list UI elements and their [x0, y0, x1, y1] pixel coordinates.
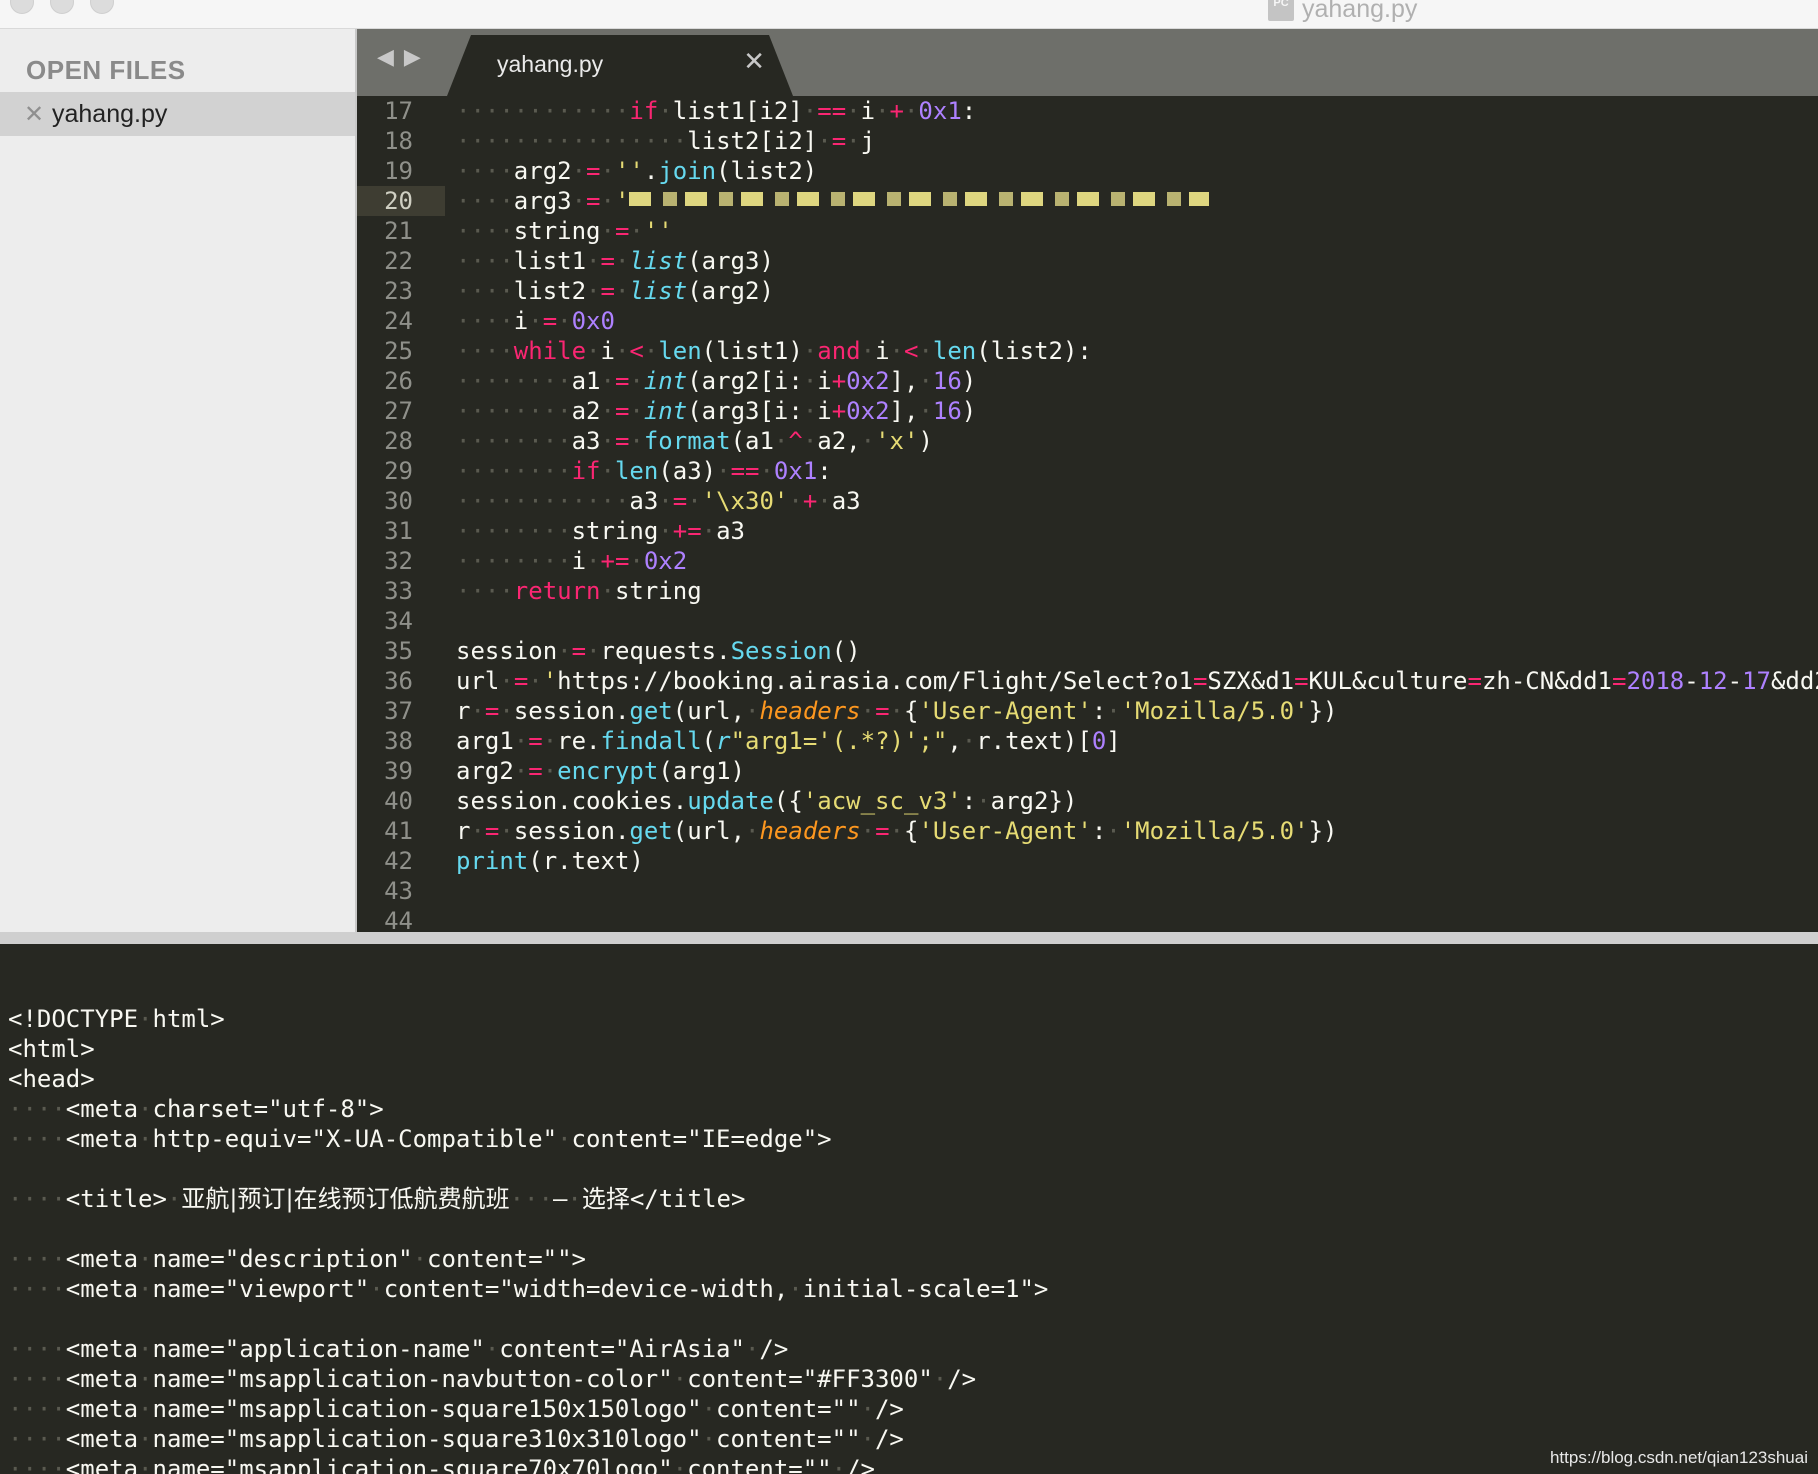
tab-forward-icon[interactable]: ▶	[404, 45, 421, 70]
code-line[interactable]: ····while·i·<·len(list1)·and·i·<·len(lis…	[456, 336, 1818, 366]
code-line[interactable]: ····return·string	[456, 576, 1818, 606]
line-number: 19	[384, 157, 413, 185]
line-number-gutter: 17 18 19 20 21 22 23 24 25 26 27 28 29 30 31 32 33 34 35 36…	[357, 96, 445, 932]
code-line[interactable]: ····string·=·''	[456, 216, 1818, 246]
sidebar-file-item[interactable]: ✕ yahang.py	[0, 92, 355, 136]
zoom-window-button[interactable]	[90, 0, 114, 14]
output-line: <!DOCTYPE·html>	[8, 1005, 225, 1033]
open-files-header: OPEN FILES	[26, 55, 186, 85]
line-number: 38	[384, 727, 413, 755]
line-number: 35	[384, 637, 413, 665]
code-line[interactable]: ····arg3·=·'	[456, 186, 1818, 216]
sidebar: OPEN FILES ✕ yahang.py	[0, 29, 357, 932]
line-number: 29	[384, 457, 413, 485]
pycharm-file-icon: PC	[1268, 0, 1294, 21]
line-number: 31	[384, 517, 413, 545]
output-line: ····<title>·亚航|预订|在线预订低航费航班···–·选择</titl…	[8, 1185, 746, 1213]
output-line: ····<meta·name="msapplication-square70x7…	[8, 1455, 875, 1474]
output-line: ····<meta·name="viewport"·content="width…	[8, 1275, 1049, 1303]
watermark: https://blog.csdn.net/qian123shuai	[1549, 1448, 1808, 1467]
output-panel[interactable]: <!DOCTYPE·html> <html> <head> ····<meta·cha…	[0, 944, 1818, 1474]
line-number: 17	[384, 97, 413, 125]
output-line: ····<meta·name="msapplication-square310x…	[8, 1425, 904, 1453]
line-number: 41	[384, 817, 413, 845]
window-title-text: yahang.py	[1302, 0, 1418, 23]
line-number: 37	[384, 697, 413, 725]
code-line[interactable]	[456, 876, 1818, 906]
output-line: ····<meta·charset="utf-8">	[8, 1095, 384, 1123]
tab-navigation: ◀ ▶	[377, 45, 421, 70]
line-number: 21	[384, 217, 413, 245]
line-number: 33	[384, 577, 413, 605]
tab-bar: ◀ ▶ yahang.py ✕	[357, 29, 1818, 96]
code-line[interactable]: ····list1·=·list(arg3)	[456, 246, 1818, 276]
line-number: 36	[384, 667, 413, 695]
code-line[interactable]	[456, 906, 1818, 932]
redacted-value	[629, 192, 1210, 206]
line-number: 27	[384, 397, 413, 425]
panel-divider[interactable]	[0, 932, 1818, 944]
line-number: 40	[384, 787, 413, 815]
code-line[interactable]: r·=·session.get(url,·headers·=·{'User-Ag…	[456, 696, 1818, 726]
code-line[interactable]: print(r.text)	[456, 846, 1818, 876]
code-line[interactable]: r·=·session.get(url,·headers·=·{'User-Ag…	[456, 816, 1818, 846]
line-number: 39	[384, 757, 413, 785]
output-line: <html>	[8, 1035, 95, 1063]
output-lines: <!DOCTYPE·html> <html> <head> ····<meta·cha…	[8, 1004, 1048, 1474]
code-line[interactable]: ····arg2·=·''.join(list2)	[456, 156, 1818, 186]
code-line[interactable]	[456, 606, 1818, 636]
line-number: 43	[384, 877, 413, 905]
sidebar-file-name: yahang.py	[52, 99, 168, 128]
code-editor[interactable]: 17 18 19 20 21 22 23 24 25 26 27 28 29 30 31 32 33 34 35 36…	[357, 96, 1818, 932]
tab-title: yahang.py	[497, 51, 604, 77]
code-line[interactable]: ········a2·=·int(arg3[i:·i+0x2],·16)	[456, 396, 1818, 426]
line-number: 42	[384, 847, 413, 875]
code-area[interactable]: ············if·list1[i2]·==·i·+·0x1: ····…	[456, 96, 1818, 932]
line-number: 30	[384, 487, 413, 515]
code-line[interactable]: ········a1·=·int(arg2[i:·i+0x2],·16)	[456, 366, 1818, 396]
line-number: 18	[384, 127, 413, 155]
line-number: 25	[384, 337, 413, 365]
line-number: 28	[384, 427, 413, 455]
code-line[interactable]: arg2·=·encrypt(arg1)	[456, 756, 1818, 786]
output-line: <head>	[8, 1065, 95, 1093]
close-file-icon[interactable]: ✕	[24, 100, 44, 128]
line-number: 32	[384, 547, 413, 575]
code-line[interactable]: session.cookies.update({'acw_sc_v3':·arg…	[456, 786, 1818, 816]
code-line[interactable]: ················list2[i2]·=·j	[456, 126, 1818, 156]
code-line[interactable]: session·=·requests.Session()	[456, 636, 1818, 666]
window-title: PC yahang.py	[1268, 0, 1417, 24]
code-line[interactable]: ····i·=·0x0	[456, 306, 1818, 336]
line-number: 20	[357, 186, 445, 216]
line-number: 26	[384, 367, 413, 395]
output-line: ····<meta·name="description"·content="">	[8, 1245, 586, 1273]
code-line[interactable]: ············if·list1[i2]·==·i·+·0x1:	[456, 96, 1818, 126]
line-number: 34	[384, 607, 413, 635]
window-titlebar: PC yahang.py	[0, 0, 1818, 29]
code-line[interactable]: ····list2·=·list(arg2)	[456, 276, 1818, 306]
output-line: ····<meta·name="msapplication-navbutton-…	[8, 1365, 977, 1393]
code-line[interactable]: ········string·+=·a3	[456, 516, 1818, 546]
code-line[interactable]: ········a3·=·format(a1·^·a2,·'x')	[456, 426, 1818, 456]
close-window-button[interactable]	[10, 0, 34, 14]
line-number: 22	[384, 247, 413, 275]
line-number: 24	[384, 307, 413, 335]
minimize-window-button[interactable]	[50, 0, 74, 14]
code-line[interactable]: url·=·'https://booking.airasia.com/Fligh…	[456, 666, 1818, 696]
tab-close-icon[interactable]: ✕	[743, 47, 765, 77]
code-line[interactable]: ········if·len(a3)·==·0x1:	[456, 456, 1818, 486]
code-line[interactable]: arg1·=·re.findall(r"arg1='(.*?)';",·r.te…	[456, 726, 1818, 756]
line-number: 23	[384, 277, 413, 305]
tab-back-icon[interactable]: ◀	[377, 45, 394, 70]
output-line: ····<meta·name="application-name"·conten…	[8, 1335, 789, 1363]
tab-yahang-py[interactable]: yahang.py ✕	[447, 35, 793, 96]
output-line: ····<meta·http-equiv="X-UA-Compatible"·c…	[8, 1125, 832, 1153]
output-line: ····<meta·name="msapplication-square150x…	[8, 1395, 904, 1423]
code-line[interactable]: ············a3·=·'\x30'·+·a3	[456, 486, 1818, 516]
line-number: 44	[384, 907, 413, 932]
code-line[interactable]: ········i·+=·0x2	[456, 546, 1818, 576]
